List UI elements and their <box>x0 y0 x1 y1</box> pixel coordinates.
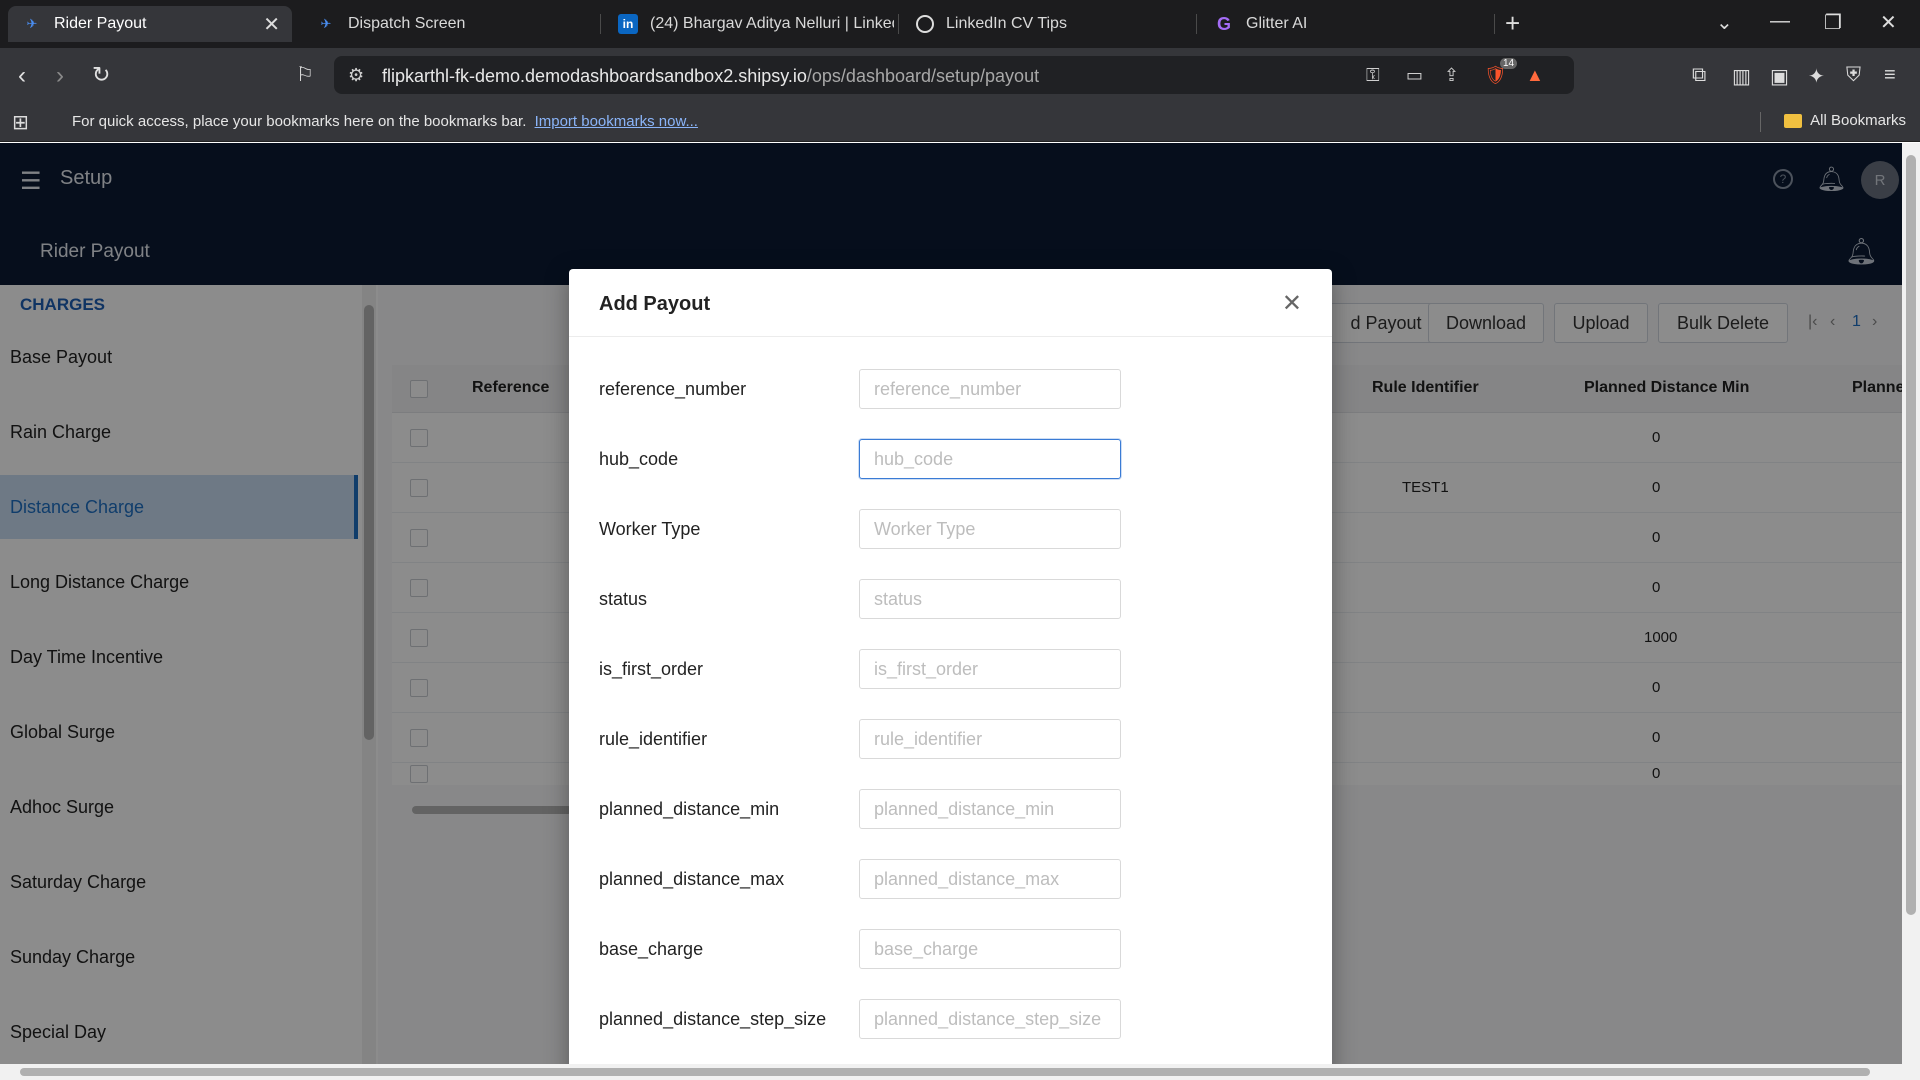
form-row-planned-distance-step-size: planned_distance_step_size <box>569 999 1332 1039</box>
page-vertical-thumb[interactable] <box>1906 155 1916 915</box>
planned-distance-step-size-input[interactable] <box>859 999 1121 1039</box>
page-vertical-scrollbar[interactable] <box>1902 143 1920 1080</box>
tab-dispatch-screen[interactable]: ✈ Dispatch Screen <box>302 6 592 42</box>
new-tab-icon[interactable]: + <box>1505 8 1520 39</box>
planned-distance-max-input[interactable] <box>859 859 1121 899</box>
is-first-order-input[interactable] <box>859 649 1121 689</box>
tab-label: LinkedIn CV Tips <box>946 15 1067 32</box>
url-text[interactable]: flipkarthl-fk-demo.demodashboardsandbox2… <box>382 66 1039 87</box>
add-payout-modal: Add Payout ✕ reference_number hub_code W… <box>569 269 1332 1080</box>
address-bar[interactable]: ⚙ flipkarthl-fk-demo.demodashboardsandbo… <box>334 56 1574 94</box>
field-label: Worker Type <box>599 519 701 539</box>
linkedin-icon: in <box>618 14 638 34</box>
tab-separator <box>1196 14 1197 34</box>
wallet-icon[interactable]: ▣ <box>1770 64 1789 89</box>
openai-icon <box>916 15 934 33</box>
form-row-base-charge: base_charge <box>569 929 1332 969</box>
tab-label: (24) Bhargav Aditya Nelluri | LinkedI <box>650 15 894 32</box>
bookmarks-divider <box>1760 112 1761 132</box>
extensions-icon[interactable]: ⧉ <box>1692 64 1706 87</box>
field-label: status <box>599 589 648 609</box>
window-close-icon[interactable]: ✕ <box>1880 10 1897 35</box>
tab-label: Dispatch Screen <box>348 15 466 32</box>
share-icon[interactable]: ⇪ <box>1444 65 1459 86</box>
shipsy-icon: ✈ <box>26 16 38 31</box>
base-charge-input[interactable] <box>859 929 1121 969</box>
close-icon[interactable]: ✕ <box>1282 289 1302 318</box>
close-icon[interactable]: ✕ <box>263 12 280 37</box>
form-row-is-first-order: is_first_order <box>569 649 1332 689</box>
browser-toolbar: ‹ › ↻ ⚐ ⚙ flipkarthl-fk-demo.demodashboa… <box>0 48 1920 102</box>
app-root: ☰ Setup ? 🔔︎ R Rider Payout 🔔︎ CHARGES B… <box>0 143 1914 1080</box>
import-bookmarks-link[interactable]: Import bookmarks now... <box>535 113 698 130</box>
modal-header: Add Payout ✕ <box>569 269 1332 337</box>
brave-badge: 14 <box>1500 58 1518 69</box>
bookmark-icon[interactable]: ⚐ <box>296 62 314 87</box>
status-input[interactable] <box>859 579 1121 619</box>
minimize-icon[interactable]: — <box>1770 10 1790 33</box>
bookmarks-prompt: For quick access, place your bookmarks h… <box>72 113 698 130</box>
reload-icon[interactable]: ↻ <box>92 62 110 88</box>
tab-glitter-ai[interactable]: G Glitter AI <box>1200 6 1490 42</box>
page-horizontal-thumb[interactable] <box>20 1068 1870 1076</box>
forward-icon[interactable]: › <box>56 62 64 90</box>
restore-icon[interactable]: ❐ <box>1824 10 1842 35</box>
form-row-rule-identifier: rule_identifier <box>569 719 1332 759</box>
glitter-icon: G <box>1216 13 1231 34</box>
modal-title: Add Payout <box>599 293 711 315</box>
all-bookmarks-button[interactable]: All Bookmarks <box>1784 112 1906 129</box>
field-label: planned_distance_max <box>599 869 785 889</box>
tab-label: Glitter AI <box>1246 15 1308 32</box>
back-icon[interactable]: ‹ <box>18 62 26 90</box>
tab-separator <box>898 14 899 34</box>
form-row-hub-code: hub_code <box>569 439 1332 479</box>
tab-separator <box>1494 14 1495 34</box>
form-row-status: status <box>569 579 1332 619</box>
rule-identifier-input[interactable] <box>859 719 1121 759</box>
menu-icon[interactable]: ≡ <box>1884 64 1896 87</box>
worker-type-input[interactable] <box>859 509 1121 549</box>
form-row-planned-distance-max: planned_distance_max <box>569 859 1332 899</box>
cast-icon[interactable]: ▭ <box>1406 65 1423 86</box>
field-label: is_first_order <box>599 659 704 679</box>
browser-tab-strip: ✈ Rider Payout ✕ ✈ Dispatch Screen in (2… <box>0 0 1920 48</box>
apps-grid-icon[interactable]: ⊞ <box>12 110 29 135</box>
form-row-worker-type: Worker Type <box>569 509 1332 549</box>
field-label: base_charge <box>599 939 704 959</box>
field-label: reference_number <box>599 379 747 399</box>
tab-linkedin-cv-tips[interactable]: LinkedIn CV Tips <box>902 6 1192 42</box>
tab-list-icon[interactable]: ⌄ <box>1716 10 1733 35</box>
leo-ai-icon[interactable]: ✦ <box>1808 64 1825 89</box>
shipsy-icon: ✈ <box>320 16 332 31</box>
field-label: planned_distance_min <box>599 799 780 819</box>
hub-code-input[interactable] <box>859 439 1121 479</box>
tab-rider-payout[interactable]: ✈ Rider Payout ✕ <box>8 6 292 42</box>
bookmarks-prompt-text: For quick access, place your bookmarks h… <box>72 113 527 130</box>
url-host: flipkarthl-fk-demo.demodashboardsandbox2… <box>382 66 807 86</box>
form-row-reference-number: reference_number <box>569 369 1332 409</box>
url-path: /ops/dashboard/setup/payout <box>806 66 1040 86</box>
planned-distance-min-input[interactable] <box>859 789 1121 829</box>
field-label: rule_identifier <box>599 729 708 749</box>
tab-separator <box>600 14 601 34</box>
tab-label: Rider Payout <box>54 15 147 32</box>
field-label: hub_code <box>599 449 679 469</box>
tab-linkedin-profile[interactable]: in (24) Bhargav Aditya Nelluri | LinkedI <box>604 6 894 42</box>
field-label: planned_distance_step_size <box>599 1009 827 1029</box>
page-horizontal-scrollbar[interactable] <box>0 1064 1902 1080</box>
modal-backdrop-header <box>0 143 1902 285</box>
bookmarks-bar: ⊞ For quick access, place your bookmarks… <box>0 102 1920 142</box>
site-settings-icon[interactable]: ⚙ <box>348 65 364 86</box>
brave-rewards-icon[interactable]: ▲ <box>1526 65 1544 86</box>
reference-number-input[interactable] <box>859 369 1121 409</box>
vpn-icon[interactable]: ⛨ <box>1846 64 1861 87</box>
form-row-planned-distance-min: planned_distance_min <box>569 789 1332 829</box>
key-icon[interactable]: ⚿ <box>1366 65 1380 86</box>
all-bookmarks-label: All Bookmarks <box>1810 112 1906 129</box>
sidebar-icon[interactable]: ▥ <box>1732 64 1751 89</box>
folder-icon <box>1784 113 1803 128</box>
